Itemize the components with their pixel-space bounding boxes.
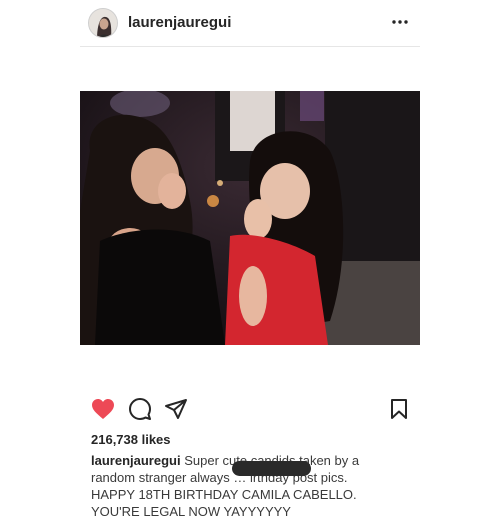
post-header: laurenjauregui xyxy=(0,0,500,46)
share-icon xyxy=(165,399,187,419)
heart-filled-icon xyxy=(92,399,114,419)
likes-count[interactable]: 216,738 likes xyxy=(91,432,171,447)
share-button[interactable] xyxy=(163,396,189,422)
post-actions xyxy=(0,396,500,424)
profile-avatar-icon xyxy=(89,9,117,37)
comment-button[interactable] xyxy=(127,396,153,422)
caption-username[interactable]: laurenjauregui xyxy=(91,453,181,468)
avatar[interactable] xyxy=(88,8,118,38)
bookmark-icon xyxy=(391,399,407,419)
more-options-button[interactable] xyxy=(388,8,412,36)
save-button[interactable] xyxy=(386,396,412,422)
post-photo[interactable] xyxy=(80,91,420,345)
like-button[interactable] xyxy=(90,396,116,422)
party-photo-image xyxy=(80,91,420,345)
header-divider xyxy=(80,46,420,47)
post-username[interactable]: laurenjauregui xyxy=(128,14,231,31)
comment-icon xyxy=(129,398,151,420)
more-options-icon xyxy=(392,20,408,24)
redaction-mark xyxy=(232,461,311,476)
